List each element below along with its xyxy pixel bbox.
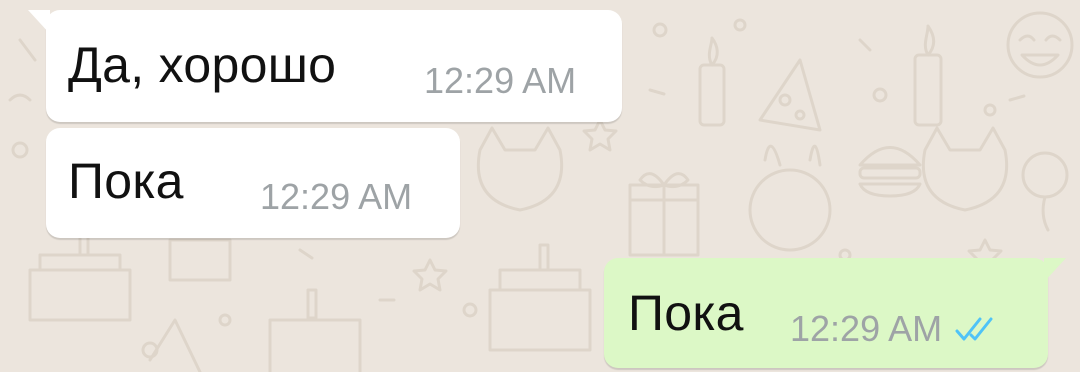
message-text: Да, хорошо [68,37,337,93]
message-text: Пока [68,153,184,209]
message-meta: 12:29 AM [790,308,998,350]
message-timestamp: 12:29 AM [790,308,943,349]
outgoing-message-bubble[interactable]: Пока 12:29 AM [604,258,1066,368]
message-timestamp: 12:29 AM [260,176,413,217]
incoming-message-bubble[interactable]: Пока 12:29 AM [46,128,460,238]
message-meta: 12:29 AM [260,176,412,218]
incoming-message-bubble[interactable]: Да, хорошо 12:29 AM [28,10,622,122]
bubble-tail [28,10,50,34]
message-timestamp: 12:29 AM [424,60,577,101]
message-meta: 12:29 AM [424,60,576,102]
double-check-read-icon [955,317,993,341]
chat-background: Да, хорошо 12:29 AM Пока 12:29 AM Пока 1… [0,0,1080,372]
bubble-tail [1044,258,1066,282]
message-text: Пока [628,285,744,341]
